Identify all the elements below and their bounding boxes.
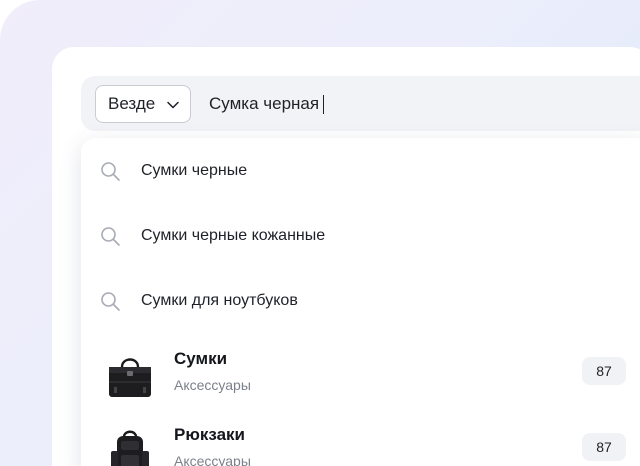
backpack-thumbnail: [111, 430, 149, 466]
count-badge: 87: [582, 433, 626, 461]
search-icon: [101, 292, 120, 311]
category-subtitle: Аксессуары: [174, 453, 251, 466]
bag-thumbnail: [109, 358, 151, 397]
category-subtitle: Аксессуары: [174, 377, 251, 393]
suggestion-text: Сумки черные: [141, 162, 248, 179]
suggestion-item[interactable]: Сумки черные: [81, 146, 640, 196]
suggestion-item[interactable]: Сумки для ноутбуков: [81, 276, 640, 326]
suggestion-text: Сумки для ноутбуков: [141, 292, 298, 309]
category-item-bags[interactable]: Сумки Аксессуары 87: [81, 347, 640, 409]
search-input[interactable]: [209, 88, 629, 120]
suggestion-text: Сумки черные кожанные: [141, 227, 326, 244]
category-title: Сумки: [174, 349, 228, 368]
scope-select-label: Везде: [108, 94, 156, 113]
count-badge: 87: [582, 357, 626, 385]
text-caret: [323, 95, 324, 114]
category-item-backpacks[interactable]: Рюкзаки Аксессуары 87: [81, 423, 640, 466]
search-icon: [101, 227, 120, 246]
search-icon: [101, 162, 120, 181]
suggestion-item[interactable]: Сумки черные кожанные: [81, 211, 640, 261]
category-title: Рюкзаки: [174, 425, 246, 444]
chevron-down-icon: [167, 101, 179, 109]
scope-select[interactable]: Везде: [95, 85, 191, 123]
